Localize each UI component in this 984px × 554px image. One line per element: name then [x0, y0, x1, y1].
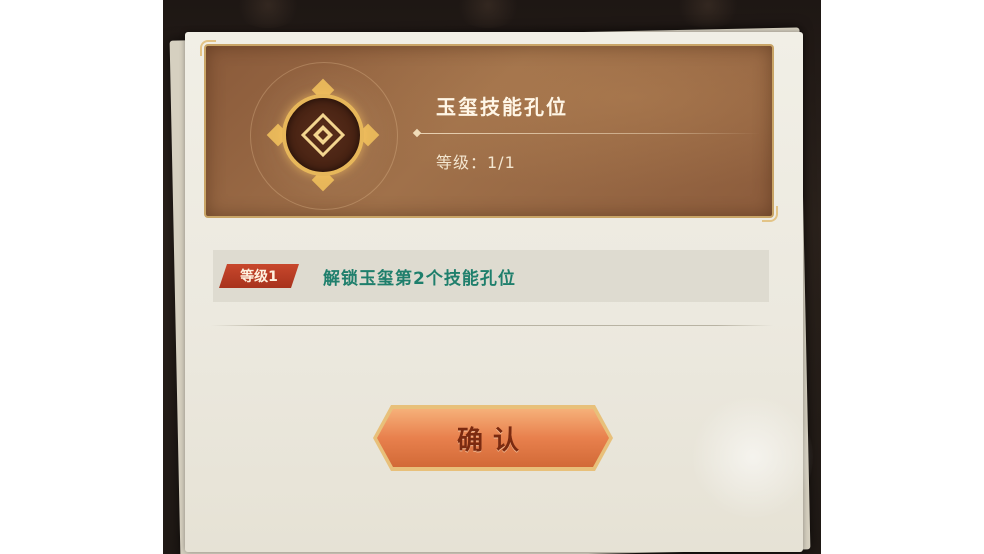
game-viewport: 玉玺技能孔位 等级：1/1 等级1 解锁玉玺第2个技能孔位 确认	[163, 0, 821, 554]
skill-emblem	[250, 62, 398, 210]
background-ornament	[673, 0, 743, 28]
level-badge: 等级1	[219, 264, 299, 288]
level-effect-row: 等级1 解锁玉玺第2个技能孔位	[213, 250, 769, 302]
corner-ornament	[762, 206, 778, 222]
confirm-button-label: 确认	[456, 425, 529, 456]
confirm-button[interactable]: 确认	[377, 409, 609, 467]
paper-decoration	[693, 392, 813, 522]
header-divider	[420, 133, 760, 134]
section-divider	[211, 325, 773, 326]
skill-header-card: 玉玺技能孔位 等级：1/1	[200, 40, 778, 222]
background-ornament	[233, 0, 303, 28]
corner-ornament	[200, 40, 216, 56]
level-text: 等级：1/1	[436, 153, 516, 172]
effect-description: 解锁玉玺第2个技能孔位	[323, 269, 516, 289]
jade-seal-skill-slot-icon	[299, 111, 347, 159]
skill-title: 玉玺技能孔位	[436, 95, 568, 119]
background-ornament	[453, 0, 523, 28]
